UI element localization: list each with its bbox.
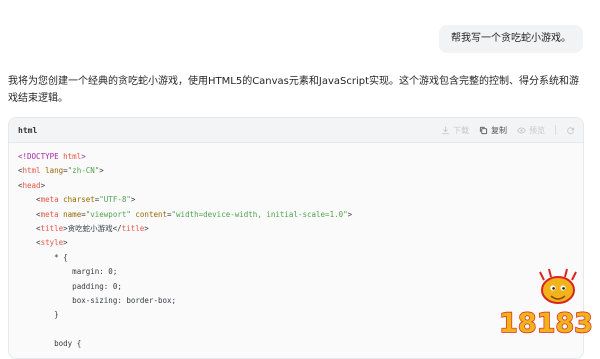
code-line: <title>贪吃蛇小游戏</title> (18, 223, 149, 233)
eye-icon (517, 127, 526, 133)
user-message-text: 帮我写一个贪吃蛇小游戏。 (451, 33, 571, 44)
preview-label: 预览 (529, 125, 545, 135)
run-button[interactable] (566, 126, 575, 135)
download-button[interactable]: 下载 (441, 125, 469, 136)
code-line: <meta name="viewport" content="width=dev… (18, 209, 353, 219)
code-line: * { (18, 252, 68, 262)
download-icon (442, 126, 449, 134)
code-toolbar: 下载 复制 预览 (441, 118, 575, 142)
copy-button[interactable]: 复制 (479, 125, 507, 136)
code-line: <html lang="zh-CN"> (18, 166, 104, 176)
code-line: <meta charset="UTF-8"> (18, 195, 136, 205)
code-language-label: html (18, 125, 38, 135)
refresh-icon (567, 126, 575, 134)
code-line: <style> (18, 238, 68, 248)
copy-icon (479, 126, 488, 134)
user-message-bubble: 帮我写一个贪吃蛇小游戏。 (439, 25, 583, 53)
preview-button[interactable]: 预览 (517, 125, 545, 136)
code-block-header: html 下载 复制 预览 (9, 118, 583, 143)
assistant-reply-text: 我将为您创建一个经典的贪吃蛇小游戏，使用HTML5的Canvas元素和JavaS… (8, 76, 580, 104)
code-line: <!DOCTYPE html> (18, 152, 86, 161)
watermark-text: 18183 (499, 308, 592, 339)
site-watermark-logo: 18183 (498, 268, 592, 340)
download-label: 下载 (453, 125, 469, 135)
code-line: <head> (18, 180, 46, 190)
copy-label: 复制 (491, 125, 507, 135)
toolbar-divider (555, 125, 556, 135)
